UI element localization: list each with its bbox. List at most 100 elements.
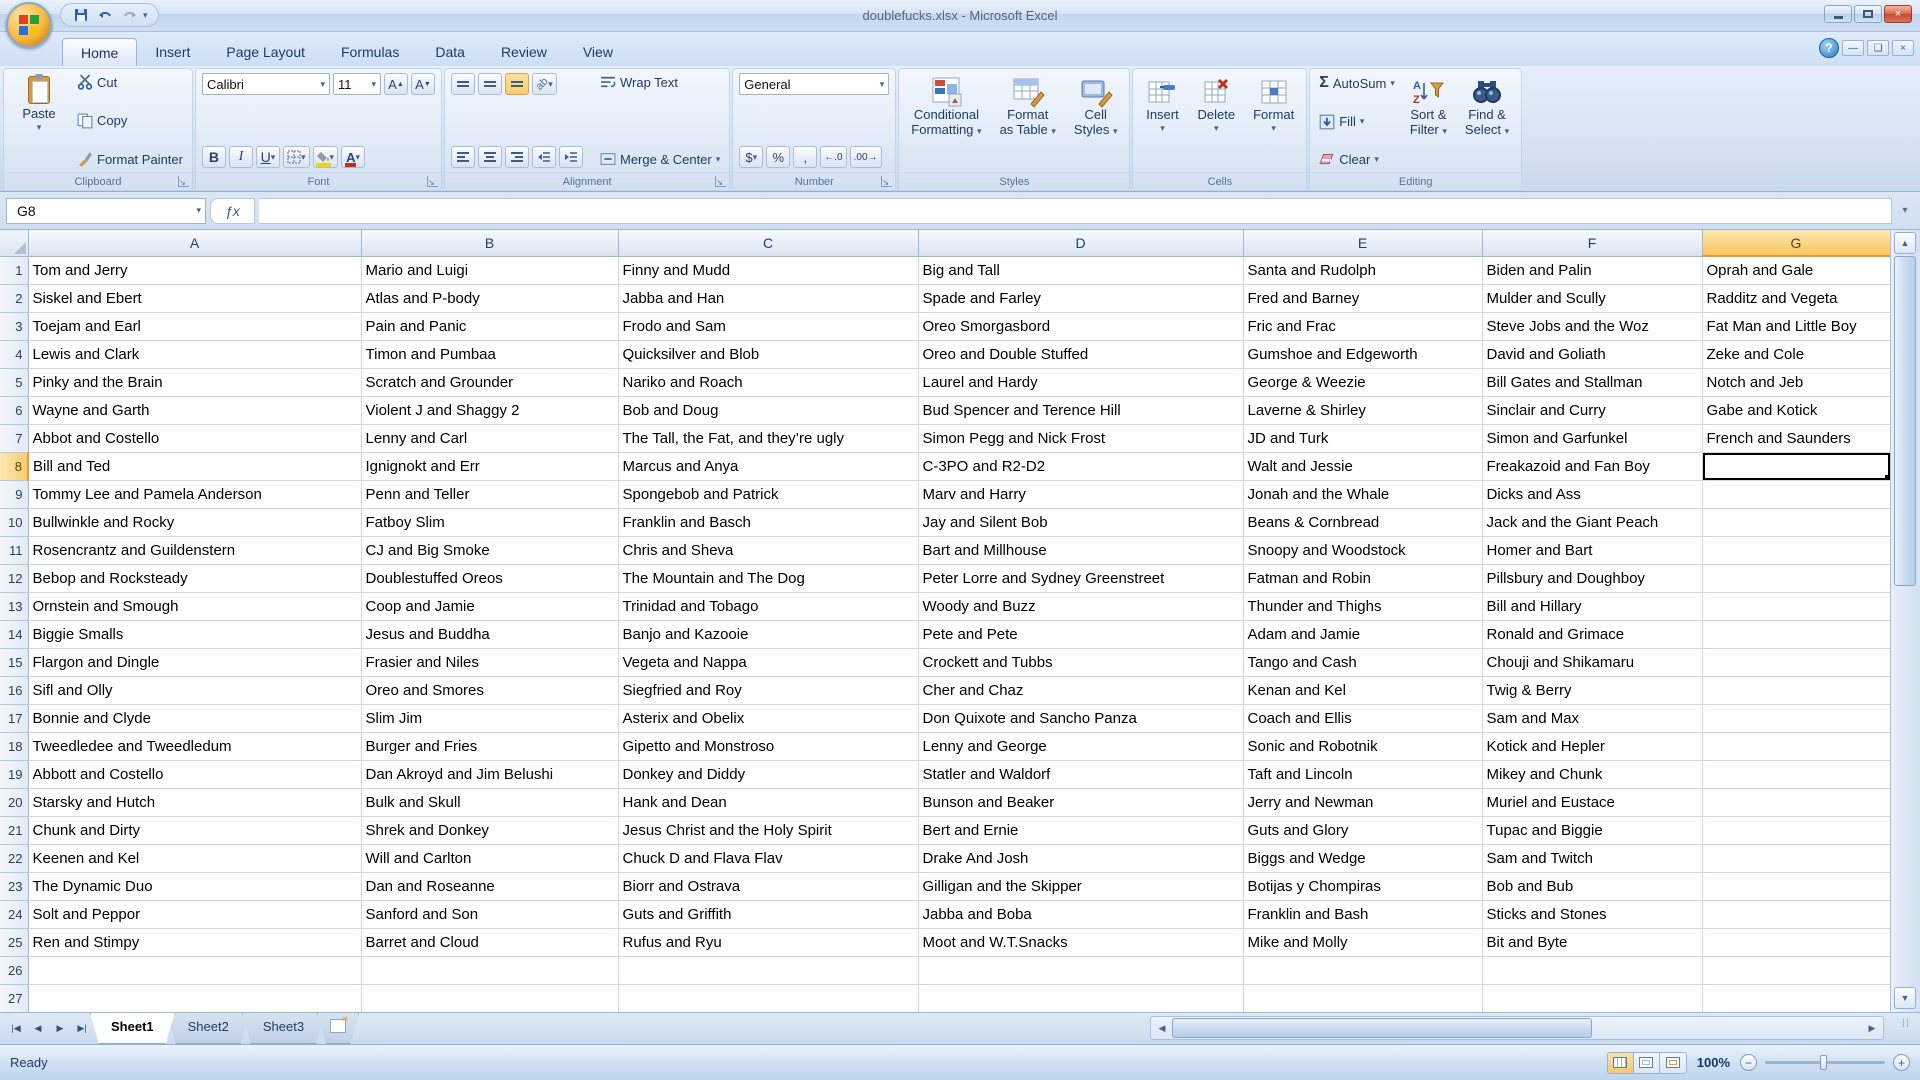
cell-F17[interactable]: Sam and Max [1482, 704, 1703, 733]
row-header-14[interactable]: 14 [0, 620, 29, 649]
delete-cells-button[interactable]: Delete ▾ [1191, 73, 1241, 172]
cell-G25[interactable] [1702, 928, 1890, 957]
cell-E5[interactable]: George & Weezie [1243, 368, 1483, 397]
align-center-button[interactable] [477, 146, 502, 168]
cell-A27[interactable] [28, 984, 362, 1012]
cell-G27[interactable] [1702, 984, 1890, 1012]
cell-C2[interactable]: Jabba and Han [618, 284, 919, 313]
cell-B18[interactable]: Burger and Fries [361, 732, 619, 761]
column-header-G[interactable]: G [1702, 230, 1890, 257]
cell-G17[interactable] [1702, 704, 1890, 733]
ribbon-tab-review[interactable]: Review [483, 38, 565, 66]
insert-function-button[interactable]: ƒx [210, 197, 255, 224]
sheet-tab-sheet3[interactable]: Sheet3 [242, 1013, 325, 1044]
cell-E8[interactable]: Walt and Jessie [1243, 452, 1483, 481]
align-middle-button[interactable] [477, 73, 502, 95]
row-header-3[interactable]: 3 [0, 312, 29, 341]
increase-font-button[interactable]: A ▲ [383, 73, 408, 95]
cell-E9[interactable]: Jonah and the Whale [1243, 480, 1483, 509]
column-header-C[interactable]: C [618, 230, 919, 257]
scroll-right-icon[interactable]: ▶ [1862, 1018, 1882, 1038]
cell-A25[interactable]: Ren and Stimpy [28, 928, 362, 957]
cell-C6[interactable]: Bob and Doug [618, 396, 919, 425]
cell-F18[interactable]: Kotick and Hepler [1482, 732, 1703, 761]
cell-D6[interactable]: Bud Spencer and Terence Hill [918, 396, 1244, 425]
increase-decimal-button[interactable]: ←.0 [820, 146, 847, 168]
cell-G7[interactable]: French and Saunders [1702, 424, 1890, 453]
horizontal-scrollbar[interactable]: ◀ ▶ [1150, 1016, 1884, 1040]
paste-button[interactable]: Paste ▾ [10, 73, 68, 172]
cell-E6[interactable]: Laverne & Shirley [1243, 396, 1483, 425]
cell-G24[interactable] [1702, 900, 1890, 929]
cell-F14[interactable]: Ronald and Grimace [1482, 620, 1703, 649]
cell-A17[interactable]: Bonnie and Clyde [28, 704, 362, 733]
cell-D27[interactable] [918, 984, 1244, 1012]
row-header-17[interactable]: 17 [0, 704, 29, 733]
cell-B7[interactable]: Lenny and Carl [361, 424, 619, 453]
cell-A20[interactable]: Starsky and Hutch [28, 788, 362, 817]
cell-D19[interactable]: Statler and Waldorf [918, 760, 1244, 789]
column-header-B[interactable]: B [361, 230, 619, 257]
horizontal-scrollbar-thumb[interactable] [1172, 1018, 1592, 1038]
cell-E19[interactable]: Taft and Lincoln [1243, 760, 1483, 789]
comma-style-button[interactable]: , [793, 146, 818, 168]
cell-D12[interactable]: Peter Lorre and Sydney Greenstreet [918, 564, 1244, 593]
row-header-4[interactable]: 4 [0, 340, 29, 369]
cell-B27[interactable] [361, 984, 619, 1012]
font-size-combo[interactable]: 11 ▾ [332, 73, 381, 95]
align-right-button[interactable] [504, 146, 529, 168]
cell-B5[interactable]: Scratch and Grounder [361, 368, 619, 397]
cell-D17[interactable]: Don Quixote and Sancho Panza [918, 704, 1244, 733]
cell-D11[interactable]: Bart and Millhouse [918, 536, 1244, 565]
cell-D16[interactable]: Cher and Chaz [918, 676, 1244, 705]
cell-D26[interactable] [918, 956, 1244, 985]
cell-A21[interactable]: Chunk and Dirty [28, 816, 362, 845]
cell-E2[interactable]: Fred and Barney [1243, 284, 1483, 313]
cell-G8[interactable] [1702, 452, 1890, 481]
close-button[interactable]: × [1884, 5, 1912, 23]
cell-A11[interactable]: Rosencrantz and Guildenstern [28, 536, 362, 565]
resize-grip[interactable]: ⁞⁞ [1902, 1018, 1916, 1038]
cell-E27[interactable] [1243, 984, 1483, 1012]
number-dialog-launcher[interactable]: ↘ [881, 176, 893, 187]
cell-G21[interactable] [1702, 816, 1890, 845]
row-header-24[interactable]: 24 [0, 900, 29, 929]
cell-D7[interactable]: Simon Pegg and Nick Frost [918, 424, 1244, 453]
cell-A13[interactable]: Ornstein and Smough [28, 592, 362, 621]
find-select-button[interactable]: Find & Select ▾ [1459, 73, 1515, 172]
row-header-8[interactable]: 8 [0, 452, 29, 481]
cell-G12[interactable] [1702, 564, 1890, 593]
cell-E21[interactable]: Guts and Glory [1243, 816, 1483, 845]
fill-button[interactable]: Fill ▾ [1316, 113, 1398, 131]
cell-F8[interactable]: Freakazoid and Fan Boy [1482, 452, 1703, 481]
cell-A9[interactable]: Tommy Lee and Pamela Anderson [28, 480, 362, 509]
cell-C20[interactable]: Hank and Dean [618, 788, 919, 817]
cell-G23[interactable] [1702, 872, 1890, 901]
cell-C27[interactable] [618, 984, 919, 1012]
number-format-combo[interactable]: General ▾ [739, 73, 890, 95]
previous-sheet-icon[interactable]: ◀ [28, 1019, 48, 1039]
cell-D15[interactable]: Crockett and Tubbs [918, 648, 1244, 677]
ribbon-tab-page-layout[interactable]: Page Layout [208, 38, 323, 66]
row-header-23[interactable]: 23 [0, 872, 29, 901]
cell-B8[interactable]: Ignignokt and Err [361, 452, 619, 481]
cell-E17[interactable]: Coach and Ellis [1243, 704, 1483, 733]
merge-center-button[interactable]: Merge & Center ▾ [597, 150, 723, 168]
cell-C26[interactable] [618, 956, 919, 985]
cell-G4[interactable]: Zeke and Cole [1702, 340, 1890, 369]
cell-F24[interactable]: Sticks and Stones [1482, 900, 1703, 929]
cell-C12[interactable]: The Mountain and The Dog [618, 564, 919, 593]
scroll-left-icon[interactable]: ◀ [1152, 1018, 1172, 1038]
cell-E25[interactable]: Mike and Molly [1243, 928, 1483, 957]
row-header-18[interactable]: 18 [0, 732, 29, 761]
cell-G2[interactable]: Radditz and Vegeta [1702, 284, 1890, 313]
cell-D2[interactable]: Spade and Farley [918, 284, 1244, 313]
cell-A26[interactable] [28, 956, 362, 985]
cell-F11[interactable]: Homer and Bart [1482, 536, 1703, 565]
sheet-tab-sheet2[interactable]: Sheet2 [167, 1013, 250, 1044]
cell-C10[interactable]: Franklin and Basch [618, 508, 919, 537]
cell-C25[interactable]: Rufus and Ryu [618, 928, 919, 957]
bold-button[interactable]: B [201, 146, 226, 168]
cell-A8[interactable]: Bill and Ted [28, 452, 362, 481]
row-header-2[interactable]: 2 [0, 284, 29, 313]
